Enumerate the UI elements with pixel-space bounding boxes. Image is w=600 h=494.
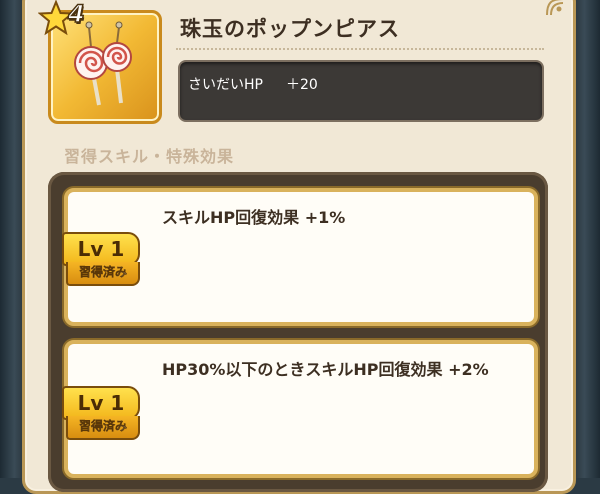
rarity-badge: 4 bbox=[38, 0, 108, 40]
stat-value: ＋20 bbox=[286, 77, 318, 93]
corner-ornament-icon bbox=[546, 0, 564, 16]
skill-status: 習得済み bbox=[66, 416, 140, 440]
stat-label: さいだいHP bbox=[188, 77, 263, 93]
divider bbox=[176, 48, 544, 50]
skill-level: Lv 1 bbox=[62, 386, 140, 420]
rarity-number: 4 bbox=[67, 0, 85, 29]
background-right bbox=[574, 0, 600, 478]
stat-box: さいだいHP ＋20 bbox=[178, 60, 544, 122]
skill-description: HP30%以下のときスキルHP回復効果 +2% bbox=[162, 360, 489, 379]
skill-level-badge: Lv 1 習得済み bbox=[62, 386, 142, 442]
item-name: 珠玉のポップンピアス bbox=[180, 17, 400, 41]
section-title: 習得スキル・特殊効果 bbox=[64, 147, 235, 166]
skill-status: 習得済み bbox=[66, 262, 140, 286]
skill-level: Lv 1 bbox=[62, 232, 140, 266]
skill-level-badge: Lv 1 習得済み bbox=[62, 232, 142, 288]
background-left bbox=[0, 0, 24, 478]
skill-description: スキルHP回復効果 +1% bbox=[162, 208, 346, 227]
